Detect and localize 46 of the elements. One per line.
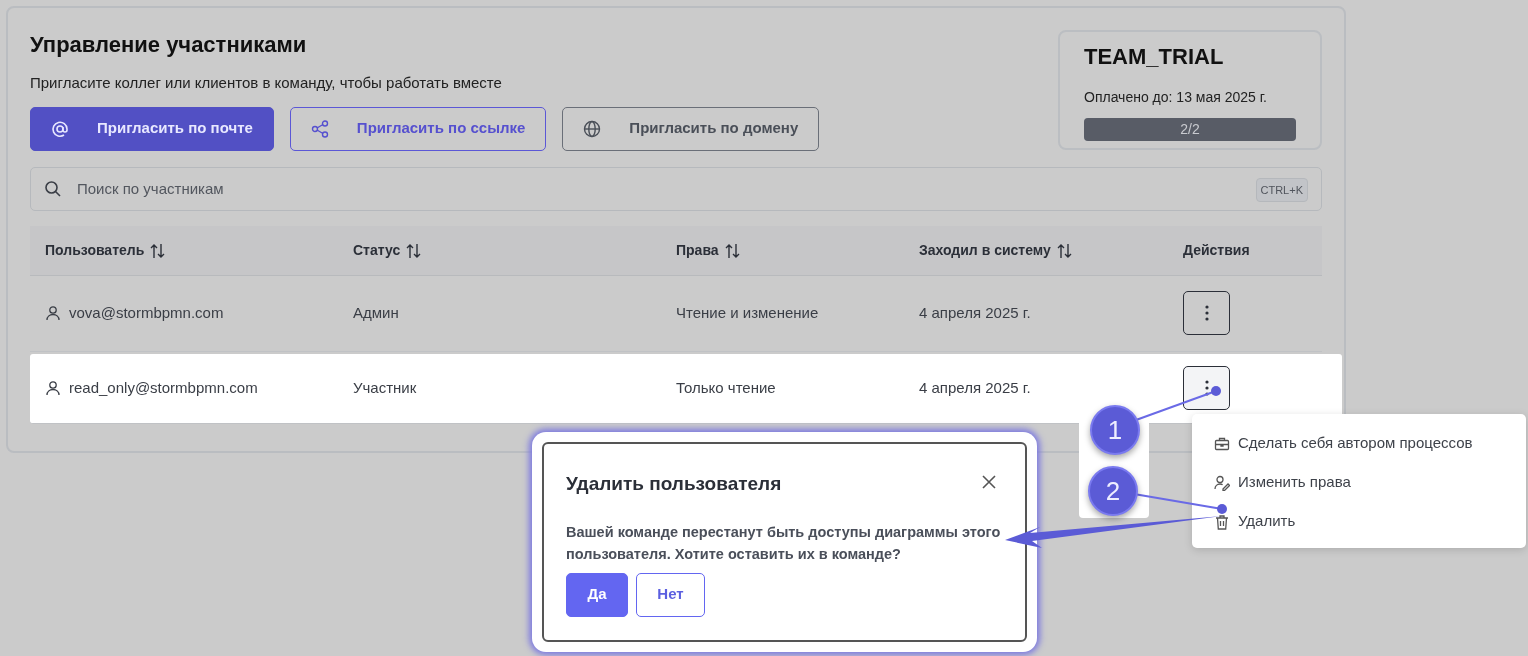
page-subtitle: Пригласите коллег или клиентов в команду, чтобы работать вместе bbox=[30, 73, 503, 93]
user-icon bbox=[45, 305, 61, 321]
table-cell: 4 апреля 2025 г. bbox=[919, 304, 1031, 321]
shortcut-hint: CTRL+K bbox=[1255, 177, 1308, 202]
column-header[interactable]: Права bbox=[676, 240, 740, 261]
paid-until-text: Оплачено до: 13 мая 2025 г. bbox=[1084, 88, 1268, 107]
column-header[interactable]: Пользователь bbox=[45, 240, 166, 261]
table-cell: Чтение и изменение bbox=[676, 304, 819, 321]
briefcase-icon bbox=[1214, 435, 1230, 452]
more-button[interactable] bbox=[1183, 291, 1230, 335]
share-icon bbox=[310, 119, 329, 138]
sort-icon bbox=[724, 242, 740, 259]
menu-item[interactable]: Сделать себя автором процессов bbox=[1214, 424, 1473, 463]
sort-icon bbox=[406, 242, 422, 259]
dialog-title: Удалить пользователя bbox=[566, 472, 782, 496]
seats-count: 2/2 bbox=[1179, 120, 1201, 139]
menu-item[interactable]: Удалить bbox=[1214, 502, 1296, 541]
user-icon bbox=[45, 380, 61, 396]
column-header: Действия bbox=[1183, 241, 1250, 260]
cancel-button[interactable]: Нет bbox=[636, 572, 705, 617]
sort-icon bbox=[1056, 242, 1072, 259]
invite-button[interactable]: Пригласить по домену bbox=[562, 106, 820, 151]
table-cell-text: read_only@stormbpmn.com bbox=[69, 377, 258, 398]
table-cell: 4 апреля 2025 г. bbox=[919, 379, 1031, 396]
user-edit-icon bbox=[1214, 474, 1230, 491]
invite-button[interactable]: Пригласить по почте bbox=[30, 106, 274, 151]
sort-icon bbox=[150, 242, 166, 259]
table-cell: Участник bbox=[353, 379, 417, 396]
table-cell: Только чтение bbox=[676, 379, 776, 396]
table-cell-text: vova@stormbpmn.com bbox=[69, 302, 224, 323]
menu-item[interactable]: Изменить права bbox=[1214, 463, 1351, 502]
invite-button[interactable]: Пригласить по ссылке bbox=[289, 106, 547, 151]
column-header[interactable]: Заходил в систему bbox=[919, 240, 1072, 261]
at-icon bbox=[51, 119, 69, 138]
column-header[interactable]: Статус bbox=[353, 240, 422, 261]
globe-icon bbox=[583, 119, 602, 138]
close-icon[interactable] bbox=[981, 474, 997, 490]
confirm-button[interactable]: Да bbox=[566, 572, 628, 617]
page-title: Управление участниками bbox=[30, 31, 307, 59]
dots-icon bbox=[1204, 305, 1209, 321]
search-icon bbox=[44, 179, 62, 198]
trash-icon bbox=[1214, 513, 1230, 530]
dialog-message: Вашей команде перестанут быть доступы диаграммы этого пользователя. Хотите оставить их в команде? bbox=[566, 522, 1002, 564]
more-button[interactable] bbox=[1183, 366, 1230, 410]
plan-name: TEAM_TRIAL bbox=[1084, 43, 1225, 71]
table-cell: Админ bbox=[353, 304, 399, 321]
